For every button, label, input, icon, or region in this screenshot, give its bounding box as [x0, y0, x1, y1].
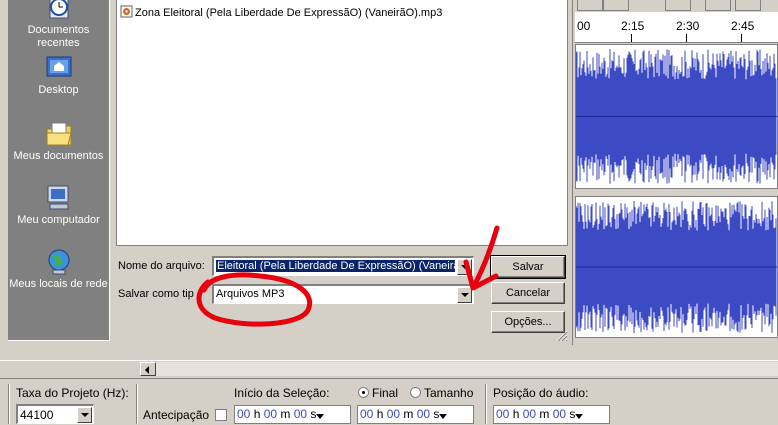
selection-end-time[interactable]: 00 h 00 m 00 s [357, 405, 474, 424]
chevron-down-icon[interactable] [77, 407, 92, 423]
selection-start-label: Início da Seleção: [234, 386, 330, 400]
seconds-value: 00 [293, 407, 308, 421]
selection-start-time[interactable]: 00 h 00 m 00 s [234, 405, 351, 424]
snap-label: Antecipação [143, 408, 210, 422]
divider [136, 384, 138, 424]
length-radio-button[interactable] [410, 387, 421, 398]
end-label: Final [372, 386, 399, 400]
hours-value: 00 [496, 407, 510, 421]
audio-position-label: Posição do áudio: [493, 386, 589, 400]
chevron-down-icon[interactable] [575, 410, 584, 419]
minutes-value: 00 [522, 407, 537, 421]
project-rate-select[interactable]: 44100 [16, 404, 94, 424]
audio-position-time[interactable]: 00 h 00 m 00 s [493, 405, 610, 424]
divider [8, 384, 10, 424]
length-label: Tamanho [424, 386, 474, 400]
seconds-value: 00 [552, 407, 567, 421]
end-radio-button[interactable] [358, 387, 369, 398]
annotation-circle [196, 272, 313, 327]
end-radio[interactable]: Final [358, 386, 398, 400]
chevron-down-icon[interactable] [316, 410, 325, 419]
minutes-value: 00 [263, 407, 278, 421]
minutes-value: 00 [386, 407, 401, 421]
project-rate-label: Taxa do Projeto (Hz): [16, 386, 129, 400]
scrollbar-track[interactable] [156, 362, 778, 376]
snap-checkbox[interactable] [215, 409, 227, 421]
project-rate-value: 44100 [20, 408, 54, 422]
chevron-down-icon[interactable] [439, 410, 448, 419]
hours-value: 00 [237, 407, 251, 421]
hours-value: 00 [360, 407, 374, 421]
length-radio[interactable]: Tamanho [410, 386, 473, 400]
divider [485, 384, 487, 424]
seconds-value: 00 [416, 407, 431, 421]
scroll-left-arrow-icon[interactable] [140, 362, 156, 376]
